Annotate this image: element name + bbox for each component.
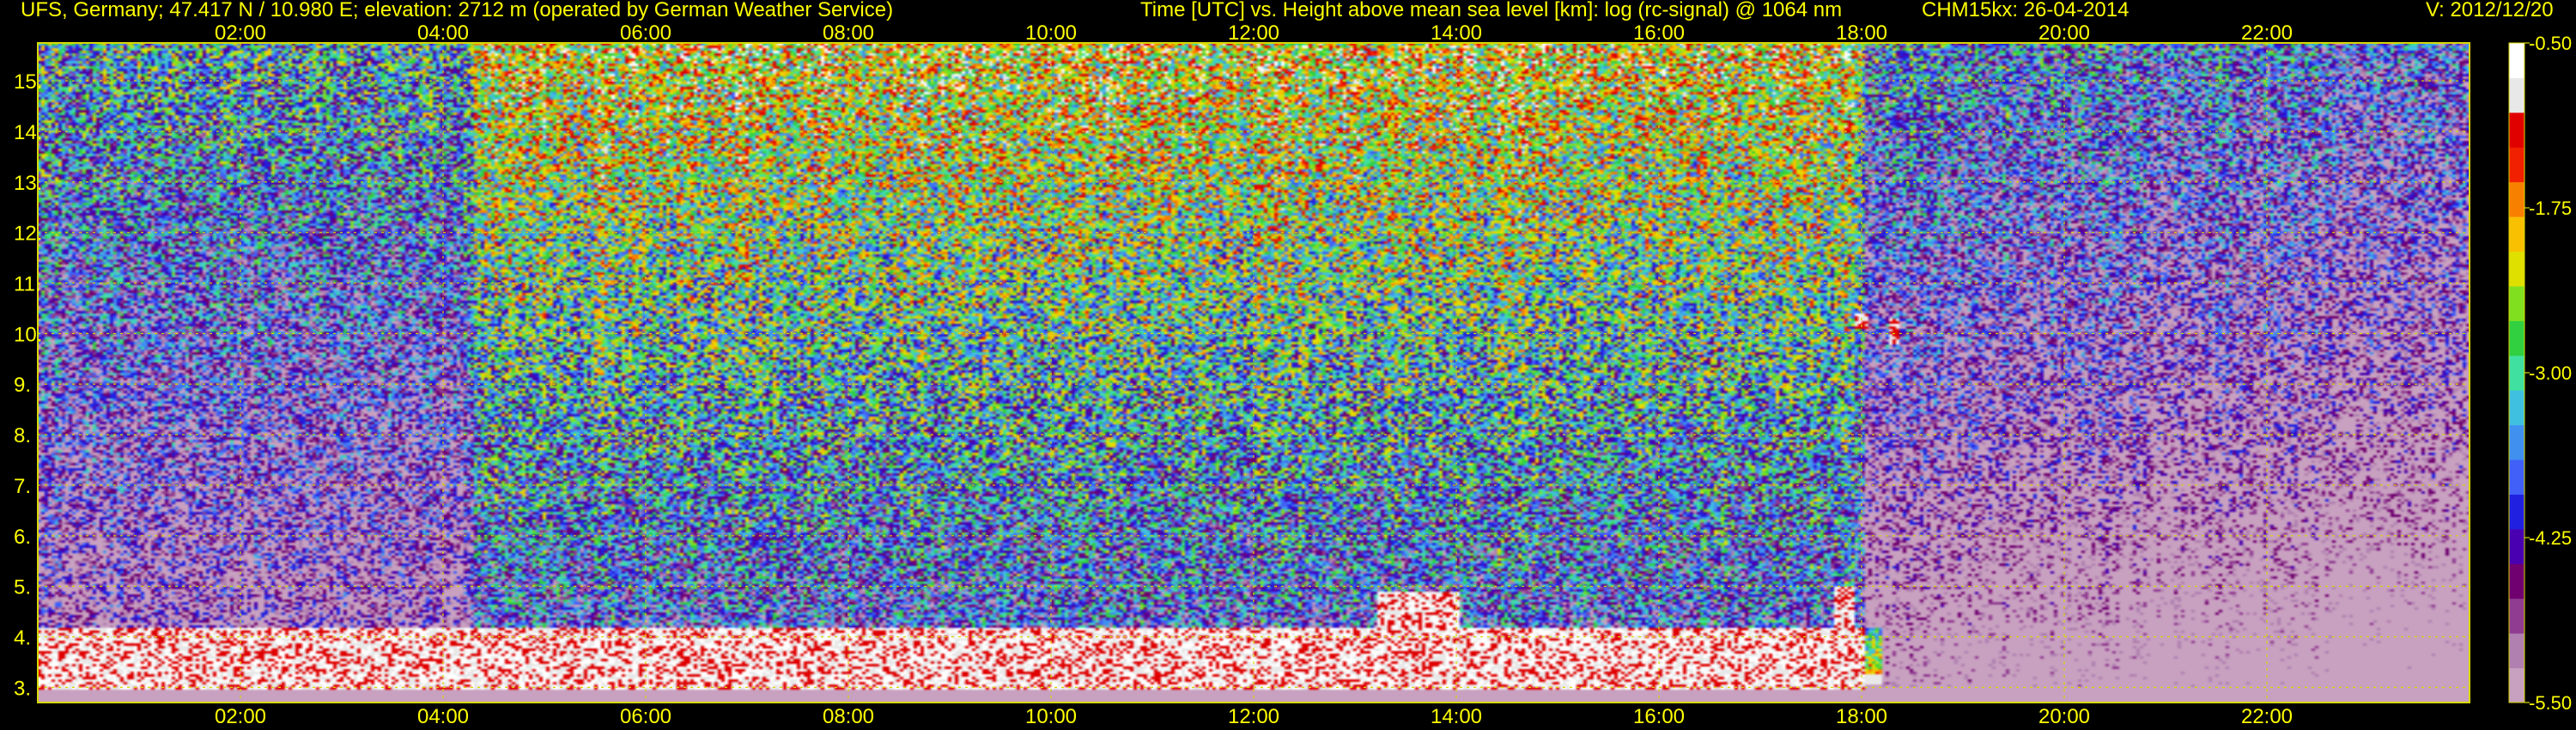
y-tick-label: 8.: [14, 424, 31, 447]
colorbar: -0.50 -1.75 -3.00 -4.25 -5.50: [2508, 33, 2572, 714]
colorbar-tick-label: -4.25: [2529, 527, 2572, 549]
y-tick-label: 13.: [14, 172, 42, 195]
colorbar-segment: [2509, 216, 2524, 252]
ceilometer-chart: 02:00 02:00 04:00 04:00 06:00 06:00 08:00 08:00…: [14, 21, 2572, 728]
colorbar-tick-label: -5.50: [2529, 692, 2572, 714]
x-tick-label-top: 04:00: [417, 21, 469, 45]
colorbar-segment: [2509, 285, 2524, 321]
y-tick-label: 5.: [14, 576, 31, 599]
y-tick-label: 6.: [14, 526, 31, 549]
colorbar-segment: [2509, 528, 2524, 564]
colorbar-segment: [2509, 667, 2524, 703]
y-tick-label: 4.: [14, 626, 31, 649]
y-tick-label: 14.: [14, 121, 42, 144]
x-tick-label-bottom: 14:00: [1431, 705, 1482, 728]
colorbar-segment: [2509, 43, 2524, 78]
y-tick-label: 3.: [14, 677, 31, 700]
x-tick-label-top: 18:00: [1836, 21, 1887, 45]
x-tick-label-bottom: 08:00: [823, 705, 874, 728]
x-tick-label-top: 10:00: [1025, 21, 1077, 45]
x-tick-label-bottom: 02:00: [215, 705, 266, 728]
colorbar-segment: [2509, 598, 2524, 634]
y-tick-label: 12.: [14, 222, 42, 246]
x-tick-label-top: 02:00: [215, 21, 266, 45]
colorbar-segment: [2509, 633, 2524, 669]
x-tick-label-bottom: 04:00: [417, 705, 469, 728]
y-tick-label: 10.: [14, 323, 42, 346]
colorbar-tick-label: -1.75: [2529, 198, 2572, 219]
colorbar-segment: [2509, 494, 2524, 530]
x-tick-label-bottom: 10:00: [1025, 705, 1077, 728]
x-tick-label-bottom: 18:00: [1836, 705, 1887, 728]
colorbar-segment: [2509, 424, 2524, 460]
y-tick-label: 15.: [14, 70, 42, 94]
colorbar-segment: [2509, 563, 2524, 599]
x-tick-label-bottom: 20:00: [2038, 705, 2090, 728]
x-tick-label-bottom: 06:00: [620, 705, 671, 728]
colorbar-segment: [2509, 320, 2524, 356]
x-tick-label-top: 20:00: [2038, 21, 2090, 45]
x-tick-label-bottom: 22:00: [2241, 705, 2293, 728]
colorbar-segment: [2509, 390, 2524, 426]
x-tick-label-top: 12:00: [1228, 21, 1279, 45]
x-tick-label-top: 22:00: [2241, 21, 2293, 45]
x-tick-label-top: 14:00: [1431, 21, 1482, 45]
x-tick-label-bottom: 12:00: [1228, 705, 1279, 728]
colorbar-segment: [2509, 147, 2524, 183]
y-tick-label: 7.: [14, 475, 31, 498]
colorbar-segment: [2509, 112, 2524, 148]
x-tick-label-top: 16:00: [1633, 21, 1685, 45]
colorbar-segment: [2509, 459, 2524, 495]
colorbar-tick-label: -0.50: [2529, 33, 2572, 54]
y-tick-label: 11.: [14, 273, 41, 296]
x-tick-label-bottom: 16:00: [1633, 705, 1685, 728]
x-tick-label-top: 06:00: [620, 21, 671, 45]
colorbar-segment: [2509, 355, 2524, 391]
colorbar-segment: [2509, 181, 2524, 217]
colorbar-segment: [2509, 77, 2524, 113]
colorbar-tick-label: -3.00: [2529, 362, 2572, 384]
y-tick-label: 9.: [14, 374, 31, 397]
x-tick-label-top: 08:00: [823, 21, 874, 45]
colorbar-segment: [2509, 251, 2524, 287]
